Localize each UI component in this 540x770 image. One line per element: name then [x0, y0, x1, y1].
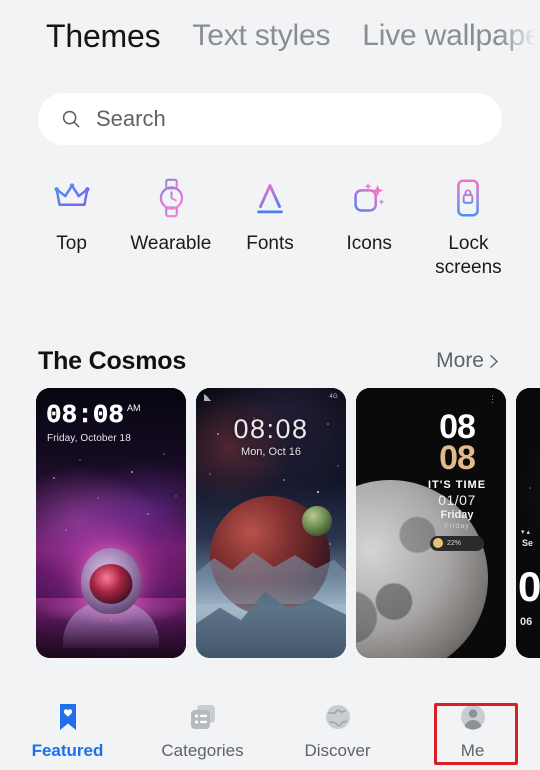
more-label: More: [436, 349, 484, 372]
nav-item-me-label: Me: [460, 741, 485, 760]
card4-wifi-icon: ▾ ▴: [521, 529, 530, 536]
card4-big-digit: 0: [518, 563, 540, 610]
lock-phone-icon: [457, 179, 480, 217]
category-fonts[interactable]: Fonts: [220, 175, 319, 280]
chevron-right-icon: [490, 354, 498, 368]
nav-item-featured[interactable]: Featured: [0, 692, 135, 770]
theme-card-astronaut[interactable]: 08:08 AM Friday, October 18: [36, 388, 186, 658]
crown-icon: [54, 183, 90, 211]
theme-card-moon[interactable]: ⋮ 08 08 IT'S TIME 01/07 Friday Friday 22…: [356, 388, 506, 658]
astronaut-visor: [89, 564, 133, 604]
tab-themes[interactable]: Themes: [46, 18, 161, 55]
more-link[interactable]: More: [436, 349, 502, 373]
tab-live-wallpapers[interactable]: Live wallpape: [362, 19, 540, 53]
category-icons[interactable]: Icons: [320, 175, 419, 280]
nav-item-me[interactable]: Me: [405, 692, 540, 770]
category-wearable-label: Wearable: [130, 233, 212, 254]
theme-card-planet[interactable]: 4G 08:08 Mon, Oct 16: [196, 388, 346, 658]
card2-date: Mon, Oct 16: [241, 446, 301, 458]
nav-item-discover-label: Discover: [304, 741, 371, 760]
card3-tagline: IT'S TIME: [427, 478, 487, 491]
category-wearable[interactable]: Wearable: [121, 175, 220, 280]
category-icons-label: Icons: [346, 233, 392, 254]
bookmark-heart-icon: [59, 704, 76, 730]
category-shortcut-row: Top Wearable Fonts Icons Lock screens: [0, 175, 540, 280]
theme-card-carousel[interactable]: 08:08 AM Friday, October 18 4G 08:08 Mon…: [36, 388, 540, 658]
battery-icon: [433, 538, 443, 549]
bottom-navigation-bar: Featured Categories Discover Me: [0, 692, 540, 770]
card3-date: 01/07: [438, 491, 476, 508]
card4-label: Se: [522, 538, 534, 548]
card4-small-text: 06: [520, 616, 533, 628]
themes-app-screen: Themes Text styles Live wallpape Search: [0, 0, 540, 770]
card3-menu-dots-icon: ⋮: [488, 394, 497, 404]
watch-icon: [159, 178, 183, 218]
card1-clock: 08:08 AM: [46, 402, 141, 428]
category-fonts-label: Fonts: [246, 233, 294, 254]
card1-ampm: AM: [127, 403, 141, 413]
tab-text-styles[interactable]: Text styles: [192, 19, 330, 53]
person-avatar-icon: [460, 705, 485, 730]
card3-day: Friday: [440, 508, 474, 521]
top-tab-bar: Themes Text styles Live wallpape: [0, 0, 540, 72]
search-bar[interactable]: Search: [38, 93, 502, 145]
card3-battery-text: 22%: [447, 539, 462, 547]
card3-battery-badge: 22%: [430, 535, 484, 551]
search-box[interactable]: Search: [38, 93, 502, 145]
card3-minute: 08: [439, 439, 476, 478]
font-a-icon: [257, 184, 283, 214]
page-title: The Cosmos: [38, 346, 187, 375]
card2-signal-icon: [204, 394, 212, 401]
nav-item-featured-label: Featured: [31, 741, 104, 760]
nav-item-discover[interactable]: Discover: [270, 692, 405, 770]
search-input[interactable]: Search: [96, 106, 166, 132]
list-card-icon: [190, 705, 215, 729]
category-lock-screens[interactable]: Lock screens: [419, 175, 518, 280]
card2-status-right: 4G: [329, 394, 338, 400]
nav-item-categories-label: Categories: [161, 741, 244, 760]
category-lock-screens-label: Lock screens: [435, 233, 502, 278]
section-header-the-cosmos: The Cosmos More: [38, 344, 502, 378]
category-top[interactable]: Top: [22, 175, 121, 280]
card3-day-small: Friday: [444, 522, 470, 530]
theme-card-partial[interactable]: ▾ ▴ Se 0 06: [516, 388, 540, 658]
card3-clock-block: 08 08 IT'S TIME 01/07 Friday Friday 22%: [418, 410, 496, 551]
nav-item-categories[interactable]: Categories: [135, 692, 270, 770]
card1-date: Friday, October 18: [47, 433, 131, 444]
card1-time: 08:08: [46, 400, 125, 430]
globe-icon: [325, 705, 350, 729]
sparkle-square-icon: [354, 182, 385, 212]
planet-small-moon: [302, 506, 332, 536]
card2-time: 08:08: [233, 414, 309, 444]
category-top-label: Top: [56, 233, 87, 254]
search-icon: [62, 110, 80, 128]
